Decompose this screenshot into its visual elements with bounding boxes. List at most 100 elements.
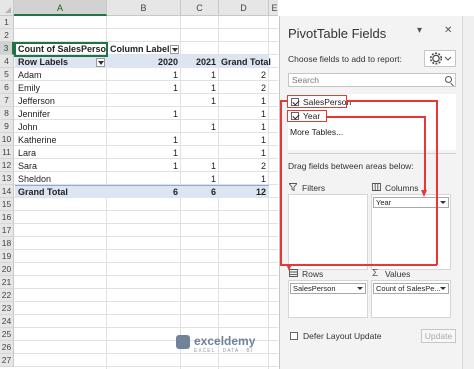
row-header-12[interactable]: 12 [0,159,14,172]
grand-total-2021[interactable]: 6 [181,186,219,198]
row-header-18[interactable]: 18 [0,237,14,250]
row-header-21[interactable]: 21 [0,276,14,289]
row-header-13[interactable]: 13 [0,172,14,185]
row-header-6[interactable]: 6 [0,81,14,94]
pivot-value-cell-y2020[interactable]: 1 [107,147,181,159]
pivot-value-cell-y2021[interactable] [181,147,219,159]
column-header-b[interactable]: B [107,0,181,16]
grand-total-header[interactable]: Grand Total [219,56,278,68]
pivot-row-label[interactable]: Jennifer [15,108,107,120]
pivot-row-label[interactable]: Emily [15,82,107,94]
pivot-row-label[interactable]: John [15,121,107,133]
tools-gear-button[interactable] [424,50,456,67]
pivot-value-cell-y2021[interactable]: 1 [181,121,219,133]
gridline-row [14,28,278,29]
row-header-19[interactable]: 19 [0,250,14,263]
pivot-value-cell-y2021[interactable]: 1 [181,82,219,94]
grand-total-2020[interactable]: 6 [107,186,181,198]
row-header-23[interactable]: 23 [0,302,14,315]
spreadsheet-grid[interactable]: A B C D E 1 2 3 4 5 6 7 8 9 10 11 12 13 14 15 16 17 18 19 2… [0,0,278,369]
year-2020-header[interactable]: 2020 [107,56,181,68]
field-search-input[interactable]: Search [288,73,456,87]
pivot-row-label[interactable]: Sheldon [15,173,107,185]
column-header-e[interactable]: E [269,0,278,16]
grand-total-all[interactable]: 12 [219,186,269,198]
select-all-corner[interactable] [0,0,14,16]
pivot-row-label[interactable]: Katherine [15,134,107,146]
column-header-a[interactable]: A [14,0,107,16]
year-arrow-top [327,116,425,118]
pivot-value-cell-total[interactable]: 1 [219,147,269,159]
pivot-value-cell-y2020[interactable]: 1 [107,108,181,120]
row-header-5[interactable]: 5 [0,68,14,81]
row-header-14[interactable]: 14 [0,185,14,198]
pivot-value-cell-y2021[interactable] [181,108,219,120]
values-count-chip[interactable]: Count of SalesPe... [373,283,449,294]
pivot-value-cell-y2021[interactable]: 1 [181,95,219,107]
pivot-value-cell-total[interactable]: 1 [219,95,269,107]
row-header-24[interactable]: 24 [0,315,14,328]
columns-chip-label: Year [376,198,392,207]
rows-salesperson-chip[interactable]: SalesPerson [290,283,366,294]
pivot-row-label[interactable]: Adam [15,69,107,81]
pivot-value-cell-total[interactable]: 1 [219,134,269,146]
year-2021-header[interactable]: 2021 [181,56,219,68]
pane-options-dropdown-icon[interactable]: ▾ [417,25,422,36]
column-labels-header[interactable]: Column Labels [107,43,177,55]
pivot-value-cell-total[interactable]: 2 [219,69,269,81]
pivot-value-cell-y2021[interactable] [181,134,219,146]
row-header-10[interactable]: 10 [0,133,14,146]
columns-drop-area[interactable]: Year [371,194,451,270]
pivot-value-cell-y2020[interactable]: 1 [107,134,181,146]
gridline-row [14,262,278,263]
pivot-value-cell-total[interactable]: 1 [219,173,269,185]
row-header-9[interactable]: 9 [0,120,14,133]
row-header-7[interactable]: 7 [0,94,14,107]
pivot-row-label[interactable]: Jefferson [15,95,107,107]
column-header-d[interactable]: D [219,0,269,16]
filters-drop-area[interactable] [288,194,368,270]
pivot-value-cell-y2021[interactable]: 1 [181,173,219,185]
pivot-value-cell-y2020[interactable]: 1 [107,69,181,81]
more-tables-link[interactable]: More Tables... [290,127,343,138]
row-header-11[interactable]: 11 [0,146,14,159]
row-header-1[interactable]: 1 [0,16,14,29]
row-header-26[interactable]: 26 [0,341,14,354]
pivot-value-cell-y2020[interactable] [107,95,181,107]
pivot-value-cell-total[interactable]: 1 [219,108,269,120]
row-header-15[interactable]: 15 [0,198,14,211]
columns-year-chip[interactable]: Year [373,197,449,208]
values-drop-area[interactable]: Count of SalesPe... [371,280,451,318]
row-header-17[interactable]: 17 [0,224,14,237]
pivot-value-cell-total[interactable]: 1 [219,121,269,133]
grand-total-label[interactable]: Grand Total [15,186,107,198]
row-header-27[interactable]: 27 [0,354,14,367]
pivot-row-label[interactable]: Lara [15,147,107,159]
pivot-value-cell-y2020[interactable] [107,121,181,133]
vertical-scrollbar[interactable] [462,16,474,369]
pane-close-icon[interactable]: ✕ [444,25,452,36]
pivot-value-cell-y2020[interactable]: 1 [107,82,181,94]
row-header-16[interactable]: 16 [0,211,14,224]
pivot-value-cell-total[interactable]: 2 [219,160,269,172]
pivot-value-cell-y2021[interactable]: 1 [181,160,219,172]
defer-layout-checkbox[interactable] [290,332,298,340]
row-header-22[interactable]: 22 [0,289,14,302]
row-header-20[interactable]: 20 [0,263,14,276]
row-header-3[interactable]: 3 [0,42,14,55]
column-header-c[interactable]: C [181,0,219,16]
row-header-8[interactable]: 8 [0,107,14,120]
pivot-value-cell-total[interactable]: 2 [219,82,269,94]
update-button[interactable]: Update [421,329,456,343]
pivot-value-cell-y2020[interactable] [107,173,181,185]
rows-drop-area[interactable]: SalesPerson [288,280,368,318]
pivot-row-label[interactable]: Sara [15,160,107,172]
row-labels-header[interactable]: Row Labels [15,56,100,68]
column-labels-filter-button[interactable] [170,45,179,54]
row-header-25[interactable]: 25 [0,328,14,341]
row-header-2[interactable]: 2 [0,29,14,42]
pivot-value-cell-y2021[interactable]: 1 [181,69,219,81]
row-labels-filter-button[interactable] [96,58,105,67]
pivot-value-cell-y2020[interactable]: 1 [107,160,181,172]
row-header-4[interactable]: 4 [0,55,14,68]
